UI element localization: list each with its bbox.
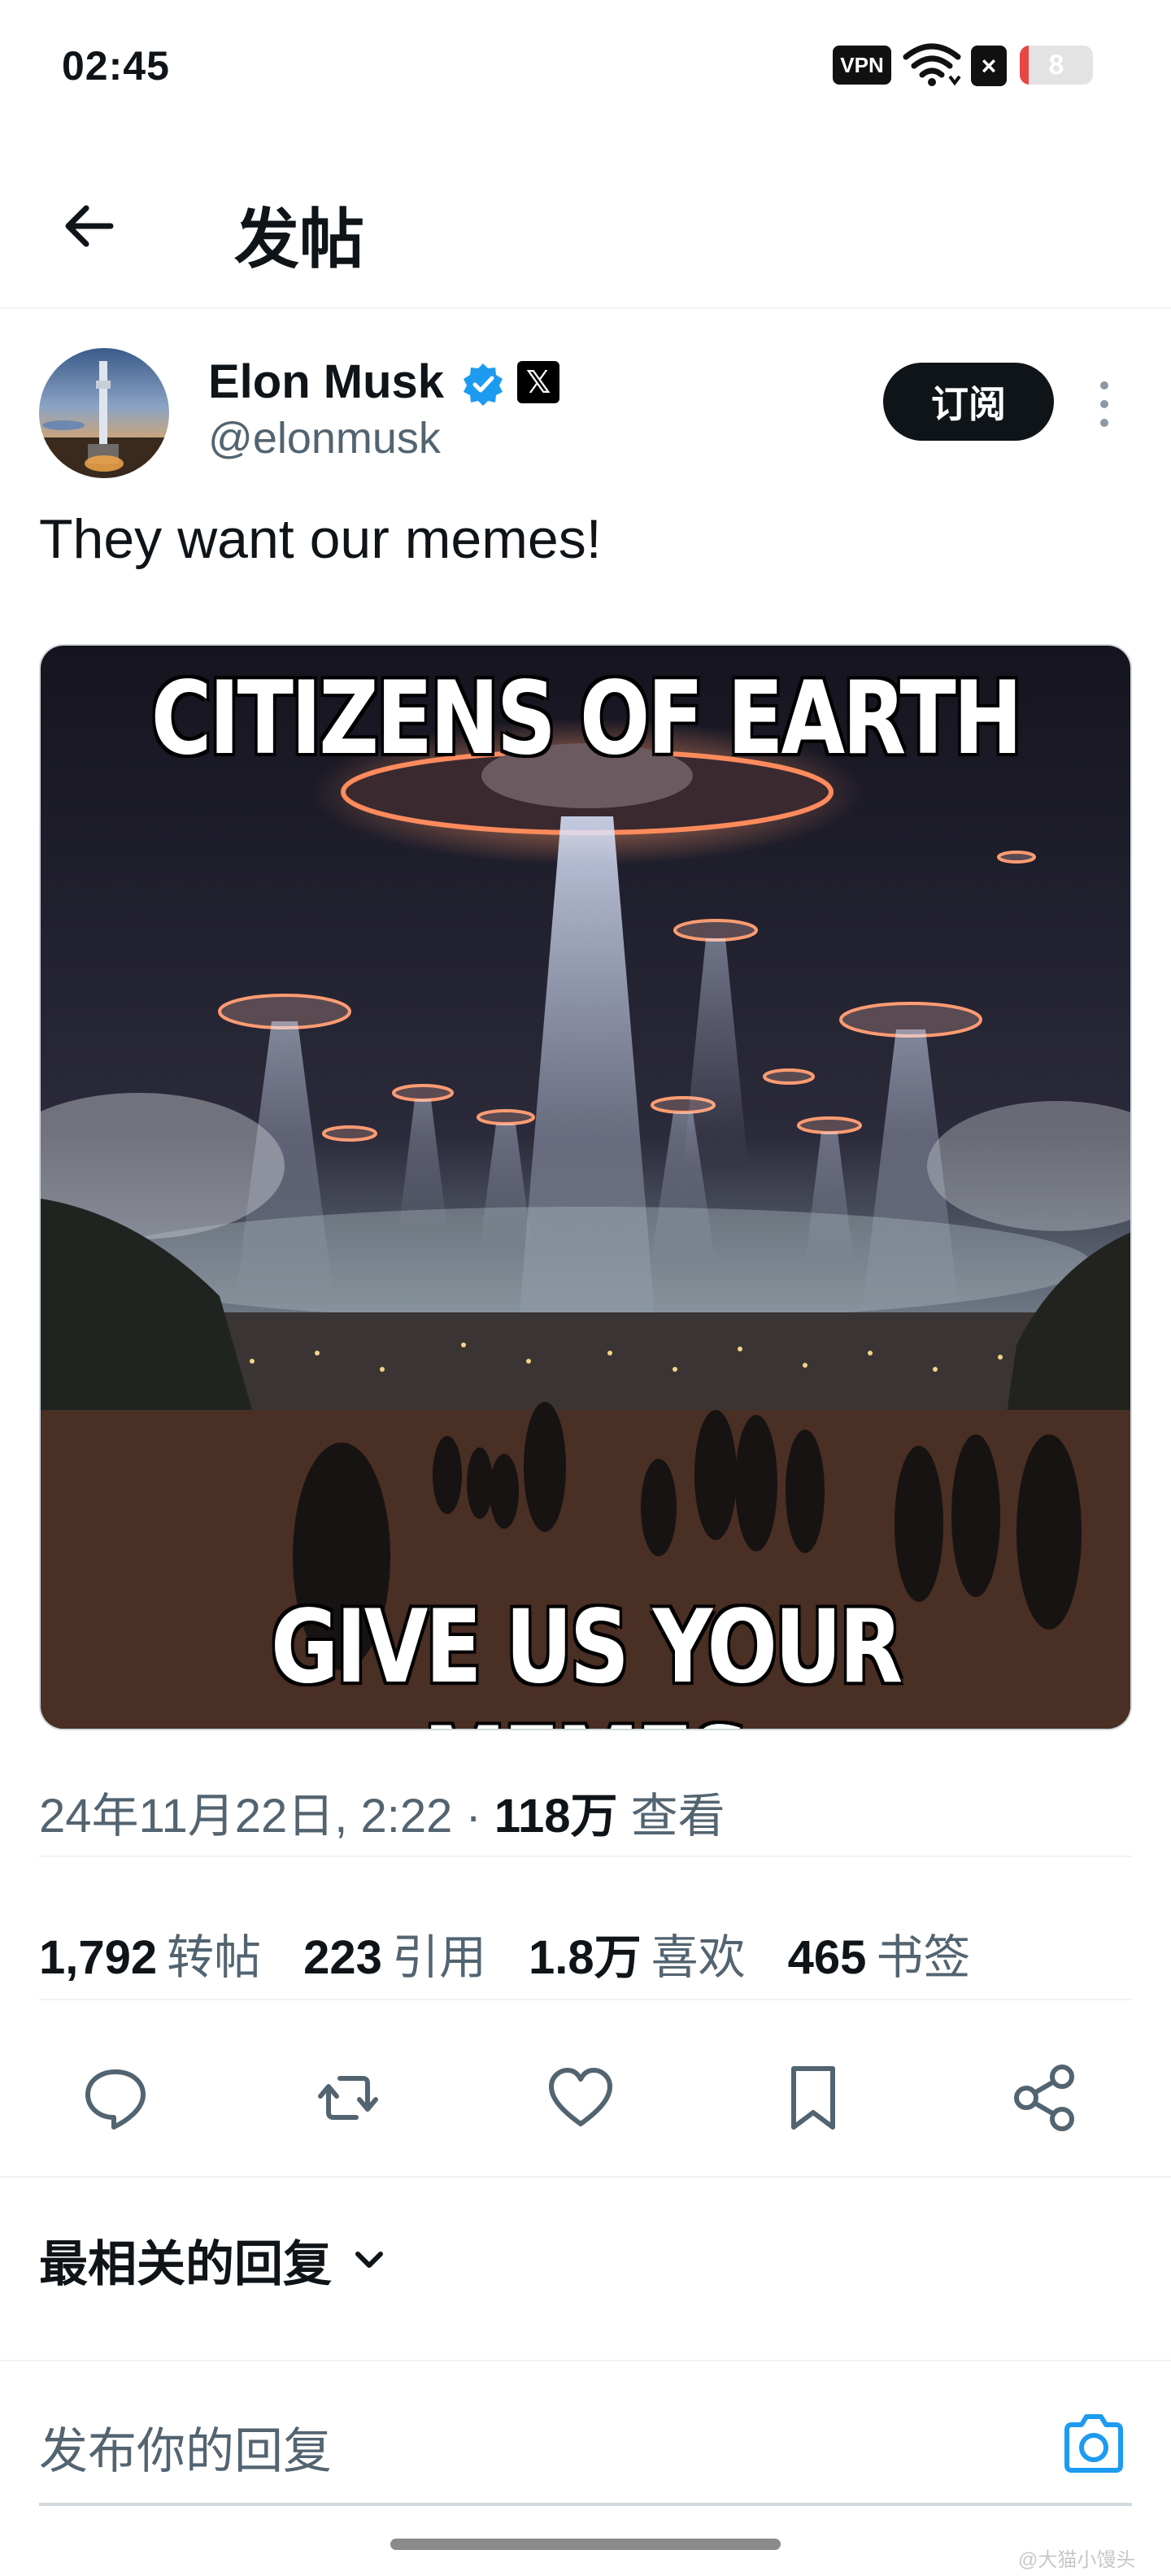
reply-icon[interactable] [76, 2059, 155, 2137]
repost-icon[interactable] [309, 2059, 387, 2137]
author-handle[interactable]: @elonmusk [208, 413, 441, 463]
engagement-stats: 1,792 转帖 223 引用 1.8万 喜欢 465 书签 [39, 1919, 970, 1987]
vpn-icon: VPN [833, 46, 891, 85]
status-bar: 02:45 VPN × 8 [0, 0, 1171, 130]
stat-bookmarks[interactable]: 465 书签 [788, 1919, 971, 1987]
share-icon[interactable] [1005, 2059, 1083, 2137]
divider [39, 1999, 1132, 2000]
reply-input-underline [39, 2503, 1132, 2506]
more-options-icon[interactable] [1086, 376, 1122, 433]
divider [39, 1856, 1132, 1857]
notification-icon: × [971, 46, 1007, 86]
divider [0, 2360, 1171, 2361]
bookmark-icon[interactable] [774, 2059, 852, 2137]
battery-icon: 8 [1020, 46, 1093, 85]
replies-sort-label: 最相关的回复 [39, 2237, 332, 2291]
meme-bottom-caption: GIVE US YOUR MEMES [270, 1589, 903, 1729]
meme-top-caption: CITIZENS OF EARTH [150, 660, 1023, 777]
avatar[interactable] [39, 348, 169, 478]
post-text: They want our memes! [39, 508, 602, 570]
author-display-name[interactable]: Elon Musk [208, 355, 444, 409]
stat-reposts[interactable]: 1,792 转帖 [39, 1919, 261, 1987]
verified-badge-icon[interactable] [460, 361, 506, 407]
action-bar [39, 2049, 1132, 2147]
status-time: 02:45 [62, 43, 170, 89]
post-timestamp: 24年11月22日, 2:22 · 118万 查看 [39, 1778, 725, 1846]
watermark: @大猫小馒头 [1018, 2549, 1136, 2571]
divider [0, 2176, 1171, 2178]
view-count: 118万 [494, 1790, 618, 1843]
top-app-bar: 发帖 [0, 163, 1171, 309]
meme-illustration [41, 646, 1130, 1729]
avatar-image [39, 361, 169, 478]
x-affiliation-icon[interactable]: 𝕏 [517, 361, 559, 403]
post-media-image[interactable]: CITIZENS OF EARTH GIVE US YOUR MEMES [39, 644, 1132, 1730]
stat-likes[interactable]: 1.8万 喜欢 [529, 1919, 746, 1987]
page-title: 发帖 [234, 203, 364, 276]
reply-input[interactable]: 发布你的回复 [39, 2412, 332, 2482]
arrow-left-icon[interactable] [57, 194, 122, 259]
camera-icon[interactable] [1057, 2407, 1130, 2480]
view-label: 查看 [617, 1790, 725, 1843]
wifi-icon [903, 43, 961, 86]
chevron-down-icon [355, 2251, 383, 2268]
stat-quotes[interactable]: 223 引用 [303, 1919, 486, 1987]
replies-sort-dropdown[interactable]: 最相关的回复 [39, 2225, 392, 2295]
like-icon[interactable] [542, 2059, 620, 2137]
post-datetime: 24年11月22日, 2:22 · [39, 1790, 494, 1843]
subscribe-button[interactable]: 订阅 [883, 363, 1054, 441]
home-indicator[interactable] [390, 2539, 781, 2550]
